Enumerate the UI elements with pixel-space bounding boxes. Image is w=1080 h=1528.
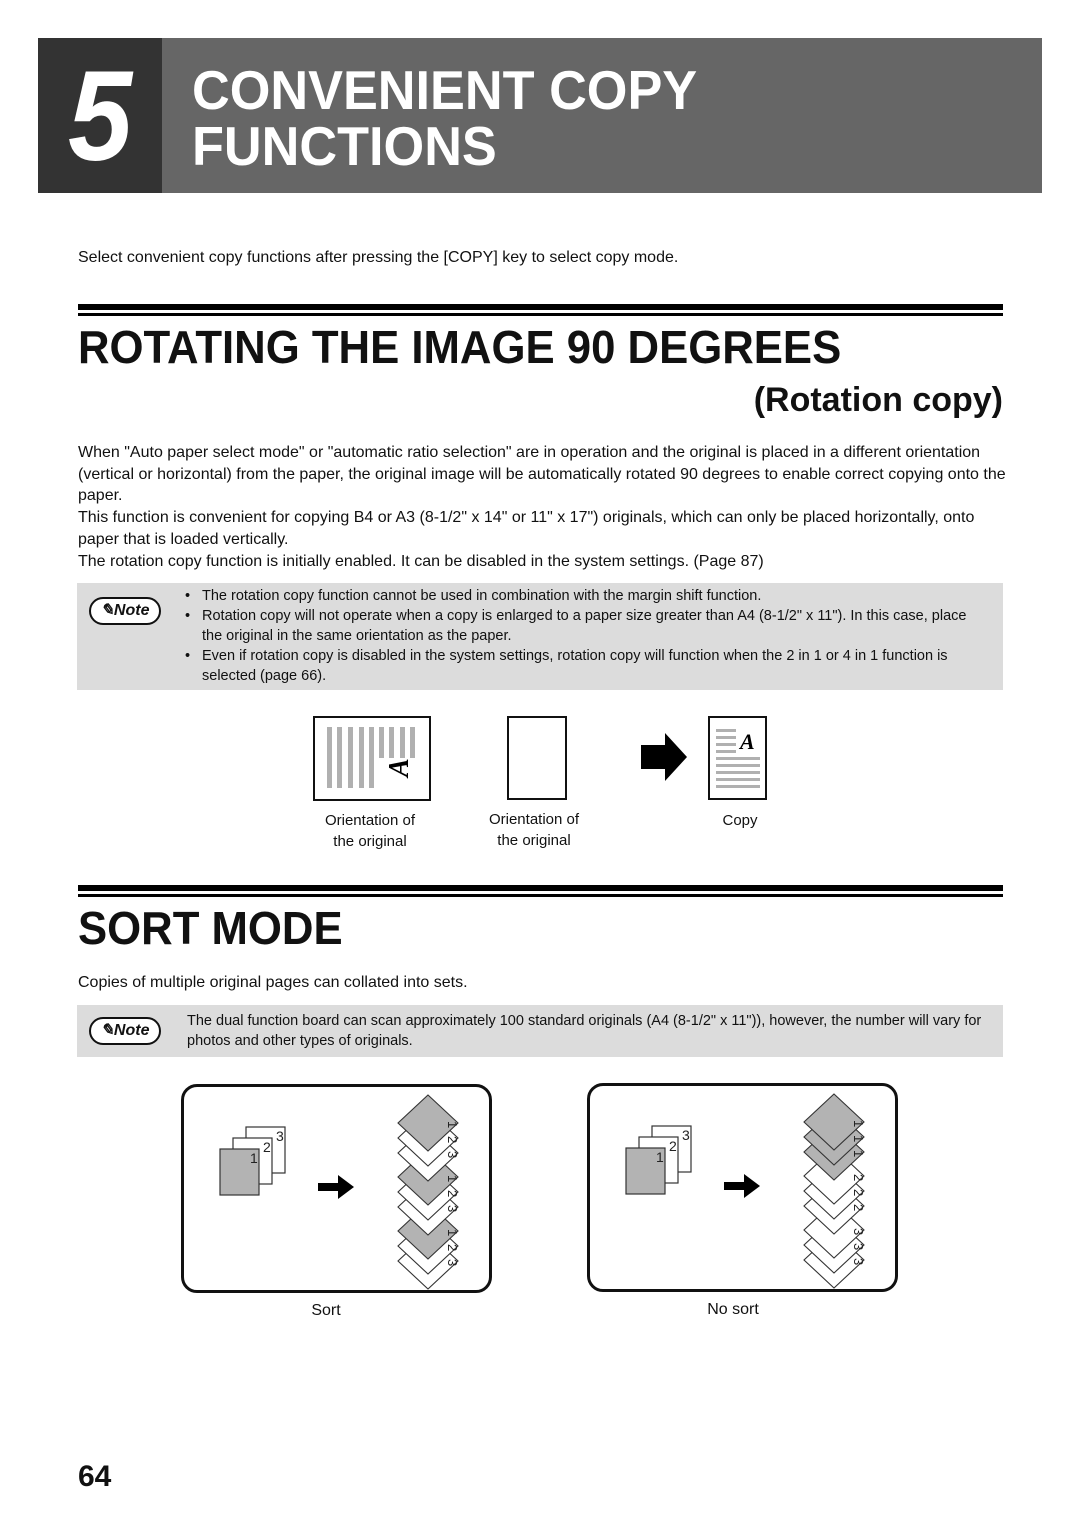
page-number-label: 1 [445, 1121, 460, 1128]
page-number-label: 2 [263, 1139, 271, 1155]
page-number-label: 1 [656, 1149, 664, 1165]
copy-page: A [708, 716, 767, 800]
section-heading-rotation: ROTATING THE IMAGE 90 DEGREES [78, 321, 842, 373]
rotation-paragraph: The rotation copy function is initially … [78, 552, 764, 570]
nosort-diagram: 321333222111 [625, 1093, 866, 1289]
rotation-body: When "Auto paper select mode" or "automa… [78, 442, 1008, 572]
original-page: 1 [625, 1147, 666, 1195]
nosort-figure-frame: 321333222111 [587, 1083, 898, 1292]
original-portrait-page [507, 716, 567, 800]
letter-a-rotated: A [384, 758, 415, 779]
chapter-intro: Select convenient copy functions after p… [78, 249, 679, 266]
page-number-label: 1 [250, 1150, 258, 1166]
caption-original-portrait: Orientation of the original [488, 811, 580, 849]
caption-original-landscape: Orientation of the original [324, 812, 416, 850]
sort-intro: Copies of multiple original pages can co… [78, 974, 468, 991]
sort-note-box: ✎Note The dual function board can scan a… [77, 1005, 1003, 1057]
caption-sort: Sort [311, 1302, 341, 1319]
page-number-label: 3 [445, 1151, 460, 1158]
arrow-right-icon [318, 1175, 354, 1199]
page-number-label: 2 [445, 1136, 460, 1143]
note-item: The rotation copy function cannot be use… [185, 586, 983, 606]
section-heading-sort: SORT MODE [78, 902, 343, 954]
rotation-note-box: ✎Note The rotation copy function cannot … [77, 583, 1003, 690]
page-number: 64 [78, 1460, 112, 1493]
page-number-label: 2 [851, 1204, 866, 1211]
note-badge: ✎Note [89, 1017, 161, 1045]
note-badge: ✎Note [89, 597, 161, 625]
page-number-label: 3 [445, 1259, 460, 1266]
page-number-label: 3 [851, 1258, 866, 1265]
caption-copy: Copy [722, 812, 758, 829]
page-number-label: 1 [445, 1175, 460, 1182]
page-number-label: 3 [276, 1128, 284, 1144]
page-number-label: 1 [851, 1120, 866, 1127]
note-item: Rotation copy will not operate when a co… [185, 606, 983, 646]
section-rule [78, 304, 1003, 316]
page-number-label: 1 [445, 1229, 460, 1236]
pencil-icon: ✎ [100, 602, 114, 619]
page-number-label: 3 [445, 1205, 460, 1212]
rotation-paragraph: This function is convenient for copying … [78, 509, 975, 548]
page-number-label: 2 [445, 1244, 460, 1251]
page-number-label: 1 [851, 1135, 866, 1142]
sort-figure-frame: 321321321321 [181, 1084, 492, 1293]
section-subheading-rotation: (Rotation copy) [753, 381, 1003, 419]
original-page: 1 [219, 1148, 260, 1196]
rotation-figure: A A [313, 716, 767, 801]
caption-nosort: No sort [707, 1301, 759, 1318]
page-number-label: 2 [445, 1190, 460, 1197]
page-number-label: 2 [851, 1189, 866, 1196]
section-rule [78, 885, 1003, 897]
sort-diagram: 321321321321 [219, 1094, 460, 1290]
page-number-label: 3 [851, 1228, 866, 1235]
note-list: The rotation copy function cannot be use… [185, 586, 983, 686]
note-item: Even if rotation copy is disabled in the… [185, 646, 983, 686]
note-text: The dual function board can scan approxi… [187, 1013, 982, 1049]
arrow-right-icon [641, 733, 687, 781]
letter-a: A [738, 729, 755, 754]
chapter-title: CONVENIENT COPY FUNCTIONS [192, 62, 697, 174]
chapter-number: 5 [67, 45, 133, 188]
page-number-label: 2 [669, 1138, 677, 1154]
page-number-label: 2 [851, 1174, 866, 1181]
pencil-icon: ✎ [100, 1022, 114, 1039]
chapter-title-line1: CONVENIENT COPY [192, 59, 698, 121]
arrow-right-icon [724, 1174, 760, 1198]
rotation-paragraph: When "Auto paper select mode" or "automa… [78, 444, 1006, 505]
page-number-label: 1 [851, 1150, 866, 1157]
chapter-title-line2: FUNCTIONS [192, 115, 497, 177]
page-number-label: 3 [851, 1243, 866, 1250]
page-number-label: 3 [682, 1127, 690, 1143]
original-landscape-page: A [313, 716, 431, 801]
